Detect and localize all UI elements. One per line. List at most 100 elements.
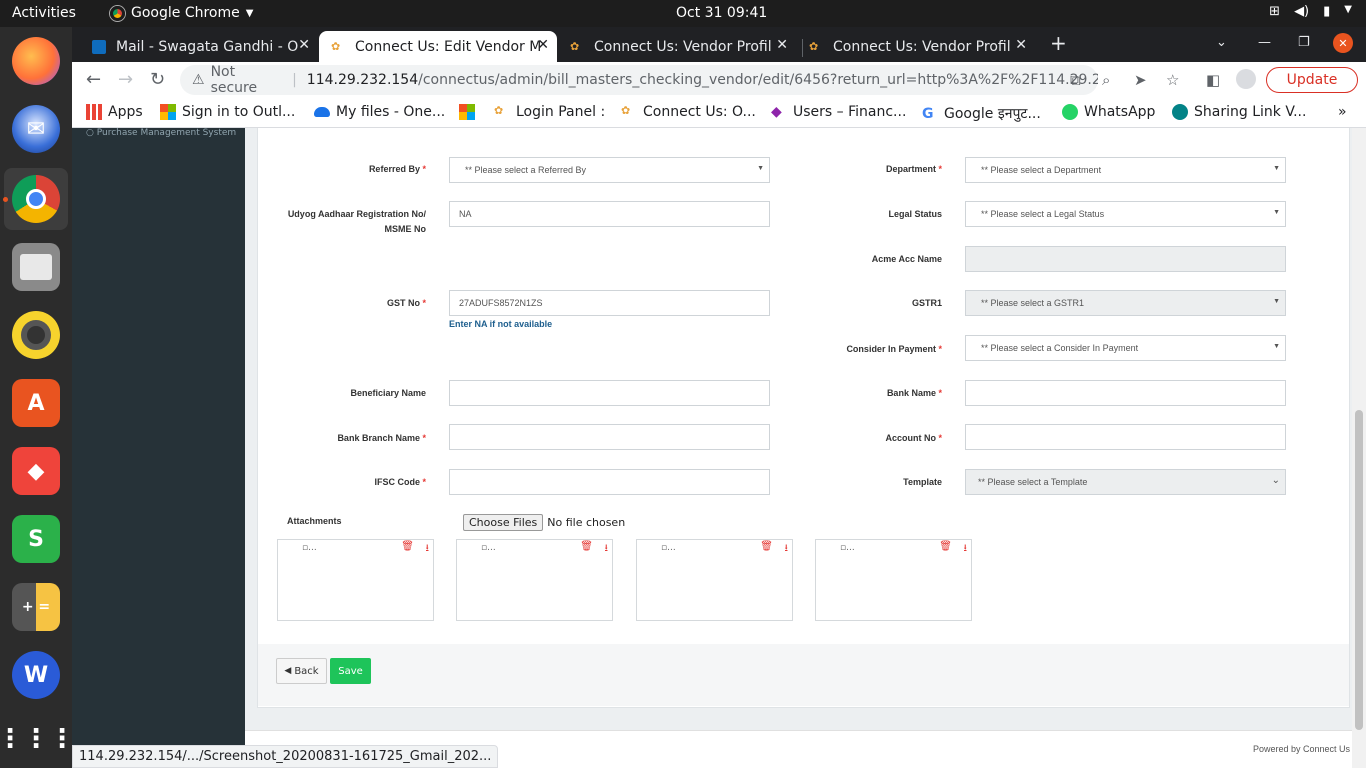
bookmark-microsoft[interactable] [459,104,475,120]
update-button[interactable]: Update [1266,67,1358,93]
bookmark-label: WhatsApp [1084,104,1156,120]
network-icon: ⊞ [1269,4,1281,19]
bookmark-apps[interactable]: Apps [86,104,143,120]
department-select[interactable]: ** Please select a Department ▼ [965,157,1286,183]
firefox-icon[interactable] [12,37,60,85]
forward-arrow-icon[interactable]: → [118,69,133,90]
tab-strip: Mail - Swagata Gandhi - O ✕ ✿ Connect Us… [72,27,1366,62]
address-bar[interactable]: ⚠ Not secure | 114.29.232.154 /connectus… [180,64,1098,96]
download-icon[interactable]: ⭳ [785,541,789,558]
tab-search-icon[interactable]: ⌄ [1216,35,1227,50]
back-arrow-icon[interactable]: ← [86,69,101,90]
gstr1-select: ** Please select a GSTR1 ▼ [965,290,1286,316]
volume-icon: ◀) [1294,4,1310,19]
bookmark-label: Google इनपुट... [944,106,1041,122]
profile-avatar-icon[interactable] [1236,69,1256,89]
close-icon[interactable]: ✕ [537,37,549,53]
calculator-icon[interactable]: + = [12,583,60,631]
trash-icon[interactable]: 🗑 [760,541,773,552]
system-tray[interactable]: ⊞ ◀) ▮ ▼ [1269,4,1352,19]
page-scrollbar[interactable] [1352,128,1366,768]
save-button[interactable]: Save [330,658,371,684]
link-status-bubble: 114.29.232.154/.../Screenshot_20200831-1… [72,745,499,768]
minimize-button[interactable]: — [1258,35,1271,50]
activities-button[interactable]: Activities [12,5,76,21]
google-icon: G [922,105,934,122]
consider-in-payment-label: Consider In Payment * [846,344,942,354]
running-indicator [3,197,8,202]
tab-mail[interactable]: Mail - Swagata Gandhi - O ✕ [80,31,318,62]
bookmark-google-input[interactable]: G Google इनपुट... [922,104,1041,123]
template-select[interactable]: ** Please select a Template ⌄ [965,469,1286,495]
account-no-input[interactable] [965,424,1286,450]
clock[interactable]: Oct 31 09:41 [676,5,767,21]
beneficiary-name-input[interactable] [449,380,770,406]
software-center-icon[interactable]: A [12,379,60,427]
sidebar-item-purchase-management[interactable]: ○ Purchase Management System [86,128,236,138]
consider-in-payment-select[interactable]: ** Please select a Consider In Payment ▼ [965,335,1286,361]
vendor-form: Referred By * ** Please select a Referre… [258,128,1349,644]
powered-by-text: Powered by Connect Us [1252,744,1350,754]
ifsc-code-input[interactable] [449,469,770,495]
rhythmbox-icon[interactable] [12,311,60,359]
diamond-icon: ◆ [771,104,782,120]
legal-status-select[interactable]: ** Please select a Legal Status ▼ [965,201,1286,227]
scrollbar-thumb[interactable] [1355,410,1363,730]
wps-office-icon[interactable]: W [12,651,60,699]
udyog-aadhaar-input[interactable]: NA [449,201,770,227]
close-window-button[interactable]: ✕ [1333,33,1353,53]
zoom-icon[interactable]: ⌕ [1102,71,1110,89]
tab-vendor-profile-2[interactable]: ✿ Connect Us: Vendor Profil ✕ [797,31,1035,62]
gst-no-input[interactable]: 27ADUFS8572N1ZS [449,290,770,316]
no-file-chosen-text: No file chosen [547,516,626,529]
bookmark-whatsapp[interactable]: WhatsApp [1062,104,1155,120]
attachments-label: Attachments [287,516,342,526]
bookmark-users-finance[interactable]: ◆ Users – Financ... [771,104,906,120]
back-button[interactable]: ◀ Back [276,658,327,684]
referred-by-select[interactable]: ** Please select a Referred By ▼ [449,157,770,183]
bookmark-login-panel[interactable]: ✿ Login Panel : [494,104,605,120]
bookmark-star-icon[interactable]: ☆ [1166,71,1179,89]
side-panel-icon[interactable]: ◧ [1206,71,1220,89]
send-icon[interactable]: ➤ [1134,71,1147,89]
bookmark-sharepoint[interactable]: Sharing Link V... [1172,104,1306,120]
trash-icon[interactable]: 🗑 [939,541,952,552]
app-sidebar: ○ Purchase Management System [72,128,245,768]
chrome-icon[interactable] [12,175,60,223]
chrome-icon [110,5,125,21]
maximize-button[interactable]: ❐ [1298,35,1310,50]
connectus-icon: ✿ [809,39,819,53]
translate-icon[interactable]: ⧉ [1070,71,1081,89]
download-icon[interactable]: ⭳ [605,541,609,558]
bookmark-onedrive[interactable]: My files - One... [314,104,445,120]
gst-no-label: GST No * [386,298,426,308]
new-tab-button[interactable]: + [1050,31,1067,55]
bank-branch-name-input[interactable] [449,424,770,450]
bookmark-label: Sign in to Outl... [182,104,296,120]
tab-edit-vendor[interactable]: ✿ Connect Us: Edit Vendor M ✕ [319,31,557,62]
file-picker[interactable]: Choose Files No file chosen [463,514,625,531]
trash-icon[interactable]: 🗑 [401,541,414,552]
close-icon[interactable]: ✕ [776,37,788,53]
download-icon[interactable]: ⭳ [964,541,968,558]
thunderbird-icon[interactable]: ✉ [12,105,60,153]
anydesk-icon[interactable]: ◆ [12,447,60,495]
tab-vendor-profile[interactable]: ✿ Connect Us: Vendor Profil ✕ [558,31,796,62]
gstr1-label: GSTR1 [911,298,942,308]
bookmarks-overflow-icon[interactable]: » [1338,104,1347,120]
app-menu[interactable]: Google Chrome ▼ [110,5,253,21]
bank-name-input[interactable] [965,380,1286,406]
close-icon[interactable]: ✕ [298,37,310,53]
files-icon[interactable] [12,243,60,291]
download-icon[interactable]: ⭳ [426,541,430,558]
choose-files-button[interactable]: Choose Files [463,514,544,531]
trash-icon[interactable]: 🗑 [580,541,593,552]
bookmark-outlook[interactable]: Sign in to Outl... [160,104,295,120]
beneficiary-name-label: Beneficiary Name [350,388,426,398]
spreadsheet-icon[interactable]: S [12,515,60,563]
reload-icon[interactable]: ↻ [150,69,165,90]
bookmark-connectus[interactable]: ✿ Connect Us: O... [621,104,756,120]
show-apps-icon[interactable]: ⋮⋮⋮ [0,715,75,763]
warning-icon: ⚠ [192,72,205,88]
close-icon[interactable]: ✕ [1015,37,1027,53]
